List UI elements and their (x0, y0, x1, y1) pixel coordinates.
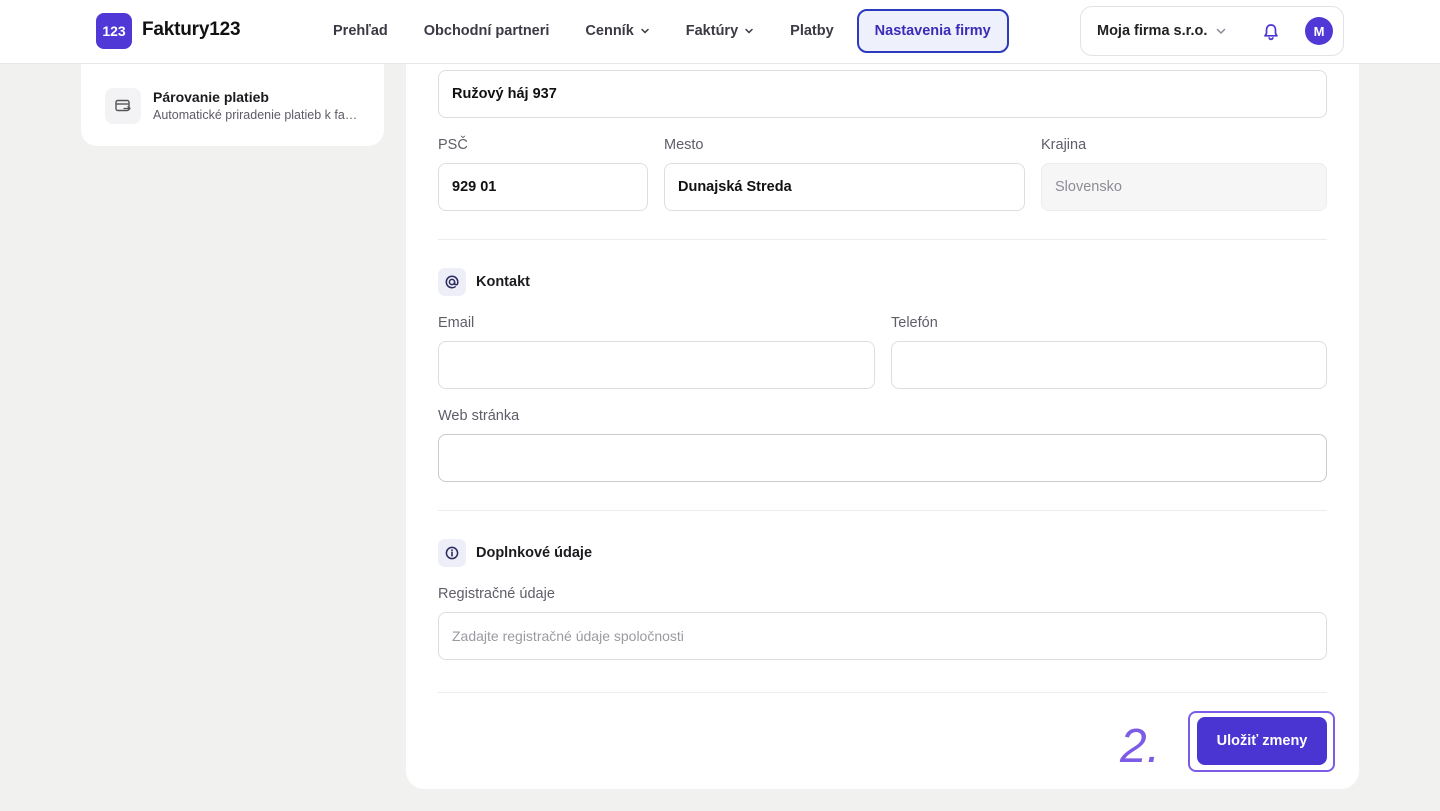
top-navigation-bar: 123 Faktury123 Prehľad Obchodní partneri… (0, 0, 1440, 64)
nav-item-cennik[interactable]: Cenník (572, 9, 662, 53)
firm-selector[interactable]: Moja firma s.r.o. (1097, 23, 1207, 39)
nav-label: Cenník (585, 23, 634, 39)
psc-label: PSČ (438, 137, 468, 153)
nav-item-nastavenia-firmy[interactable]: Nastavenia firmy (856, 9, 1009, 53)
email-input[interactable] (438, 341, 875, 389)
registration-label: Registračné údaje (438, 586, 555, 602)
save-button[interactable]: Uložiť zmeny (1197, 717, 1327, 765)
app-logo-badge[interactable]: 123 (96, 13, 132, 49)
nav-label: Prehľad (333, 23, 388, 39)
user-avatar[interactable]: M (1305, 17, 1333, 45)
psc-input[interactable]: 929 01 (438, 163, 648, 211)
step-annotation-2: 2. (1119, 720, 1160, 770)
country-label: Krajina (1041, 137, 1087, 153)
nav-item-platby[interactable]: Platby (777, 9, 847, 53)
city-input[interactable]: Dunajská Streda (664, 163, 1025, 211)
phone-label: Telefón (891, 315, 938, 331)
nav-item-prehlad[interactable]: Prehľad (320, 9, 401, 53)
nav-item-obchodni-partneri[interactable]: Obchodní partneri (411, 9, 563, 53)
email-label: Email (438, 315, 475, 331)
chevron-down-icon (641, 28, 649, 34)
nav-label: Faktúry (685, 23, 739, 39)
main-nav: Prehľad Obchodní partneri Cenník Faktúry… (320, 9, 1019, 53)
country-input[interactable]: Slovensko (1041, 163, 1327, 211)
nav-label: Obchodní partneri (423, 23, 550, 39)
nav-label: Platby (790, 23, 834, 39)
app-name[interactable]: Faktury123 (142, 19, 241, 41)
street-input[interactable]: Ružový háj 937 (438, 70, 1327, 118)
step-annotation-text: 2. (1119, 720, 1160, 770)
sidebar-item-subtitle: Automatické priradenie platieb k faktúra… (153, 108, 363, 122)
nav-item-faktury[interactable]: Faktúry (673, 9, 767, 53)
extra-section-title: Doplnkové údaje (476, 545, 593, 561)
chevron-down-icon[interactable] (1215, 25, 1227, 37)
section-divider (438, 510, 1327, 511)
web-label: Web stránka (438, 408, 520, 424)
sidebar-item-parovanie-platieb[interactable]: Párovanie platieb Automatické priradenie… (105, 88, 375, 128)
bell-icon[interactable] (1261, 22, 1281, 42)
phone-input[interactable] (891, 341, 1327, 389)
card-transfer-icon (105, 88, 141, 124)
chevron-down-icon (745, 28, 753, 34)
web-input[interactable] (438, 434, 1327, 482)
contact-section-title: Kontakt (476, 274, 530, 290)
company-settings-form: Ružový háj 937 PSČ 929 01 Mesto Dunajská… (406, 30, 1359, 789)
at-sign-icon (438, 268, 466, 296)
registration-input[interactable]: Zadajte registračné údaje spoločnosti (438, 612, 1327, 660)
sidebar-item-title: Párovanie platieb (153, 89, 269, 105)
info-icon (438, 539, 466, 567)
city-label: Mesto (664, 137, 704, 153)
section-divider (438, 692, 1327, 693)
section-divider (438, 239, 1327, 240)
firm-switcher: Moja firma s.r.o. M (1080, 6, 1344, 56)
nav-label: Nastavenia firmy (874, 23, 991, 39)
